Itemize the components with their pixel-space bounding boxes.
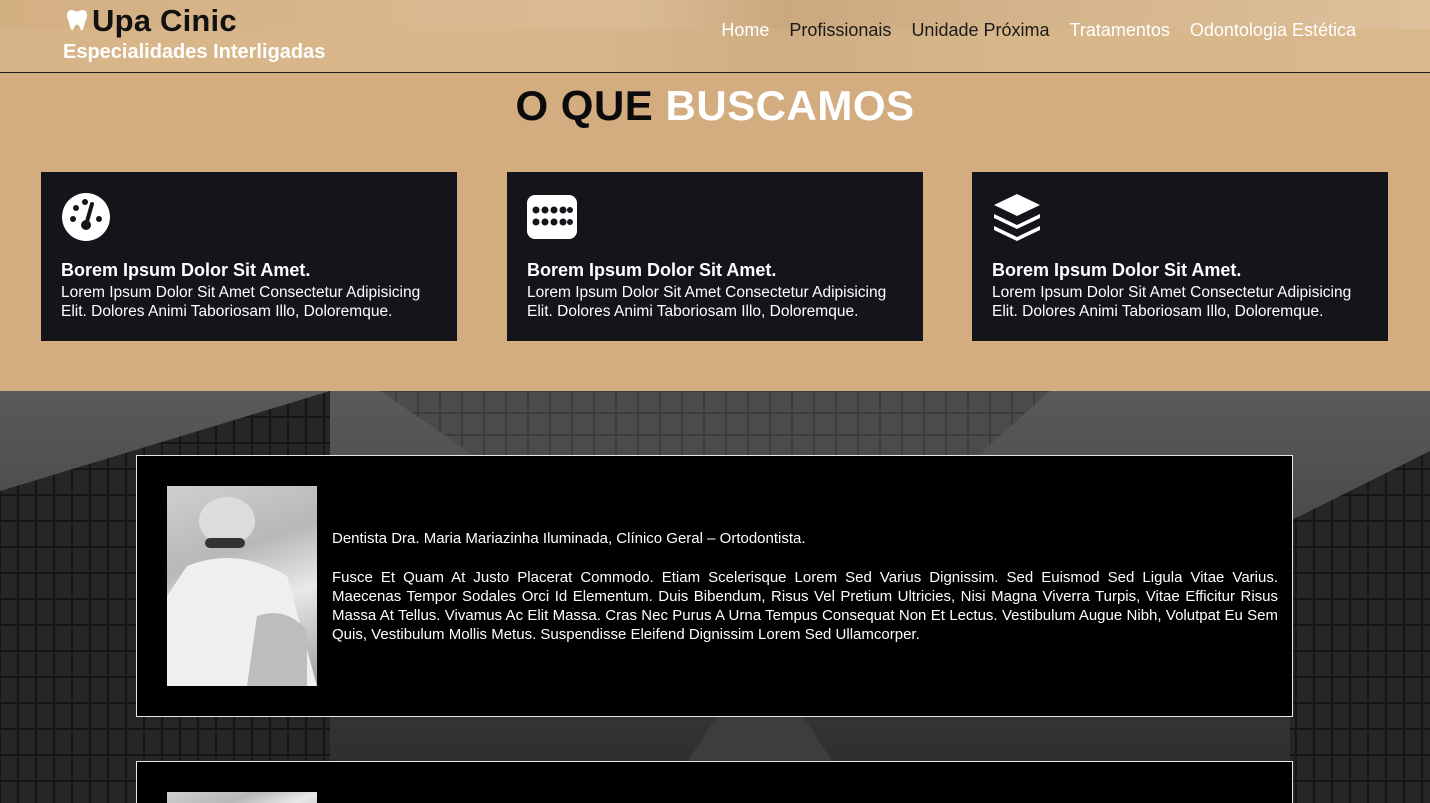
dentist-photo (167, 486, 317, 686)
professional-name: Dentista Dra. Maria Mariazinha Iluminada… (332, 530, 806, 547)
nav-tratamentos[interactable]: Tratamentos (1070, 20, 1170, 41)
section-title: O QUE BUSCAMOS (0, 82, 1430, 130)
gauge-icon (62, 193, 110, 241)
site-title: Upa Cinic (92, 3, 237, 38)
profile-card (136, 761, 1293, 803)
dentist-photo (167, 792, 317, 803)
site-subtitle: Especialidades Interligadas (63, 41, 326, 63)
card-title: Borem Ipsum Dolor Sit Amet. (61, 260, 311, 280)
card-title: Borem Ipsum Dolor Sit Amet. (527, 260, 777, 280)
logo[interactable]: Upa Cinic (66, 3, 237, 39)
section-title-part2: BUSCAMOS (665, 82, 915, 129)
tooth-icon (66, 10, 88, 31)
keypad-icon (527, 195, 577, 239)
layers-icon (994, 194, 1040, 241)
professional-bio: Fusce Et Quam At Justo Placerat Commodo.… (332, 569, 1278, 643)
nav-unidade-proxima[interactable]: Unidade Próxima (911, 20, 1049, 41)
card-text: Lorem Ipsum Dolor Sit Amet Consectetur A… (992, 284, 1352, 320)
site-header: Upa Cinic Especialidades Interligadas Ho… (0, 0, 1430, 73)
card-text: Lorem Ipsum Dolor Sit Amet Consectetur A… (527, 284, 887, 320)
professionals-section: Dentista Dra. Maria Mariazinha Iluminada… (0, 391, 1430, 803)
feature-card: Borem Ipsum Dolor Sit Amet. Lorem Ipsum … (41, 172, 457, 341)
nav-odontologia-estetica[interactable]: Odontologia Estética (1190, 20, 1356, 41)
nav-home[interactable]: Home (721, 20, 769, 41)
feature-card: Borem Ipsum Dolor Sit Amet. Lorem Ipsum … (972, 172, 1388, 341)
card-text: Lorem Ipsum Dolor Sit Amet Consectetur A… (61, 284, 421, 320)
card-title: Borem Ipsum Dolor Sit Amet. (992, 260, 1242, 280)
section-title-part1: O QUE (515, 82, 654, 129)
nav-profissionais[interactable]: Profissionais (789, 20, 891, 41)
main-nav: Home Profissionais Unidade Próxima Trata… (721, 20, 1356, 41)
feature-card: Borem Ipsum Dolor Sit Amet. Lorem Ipsum … (507, 172, 923, 341)
profile-card: Dentista Dra. Maria Mariazinha Iluminada… (136, 455, 1293, 717)
